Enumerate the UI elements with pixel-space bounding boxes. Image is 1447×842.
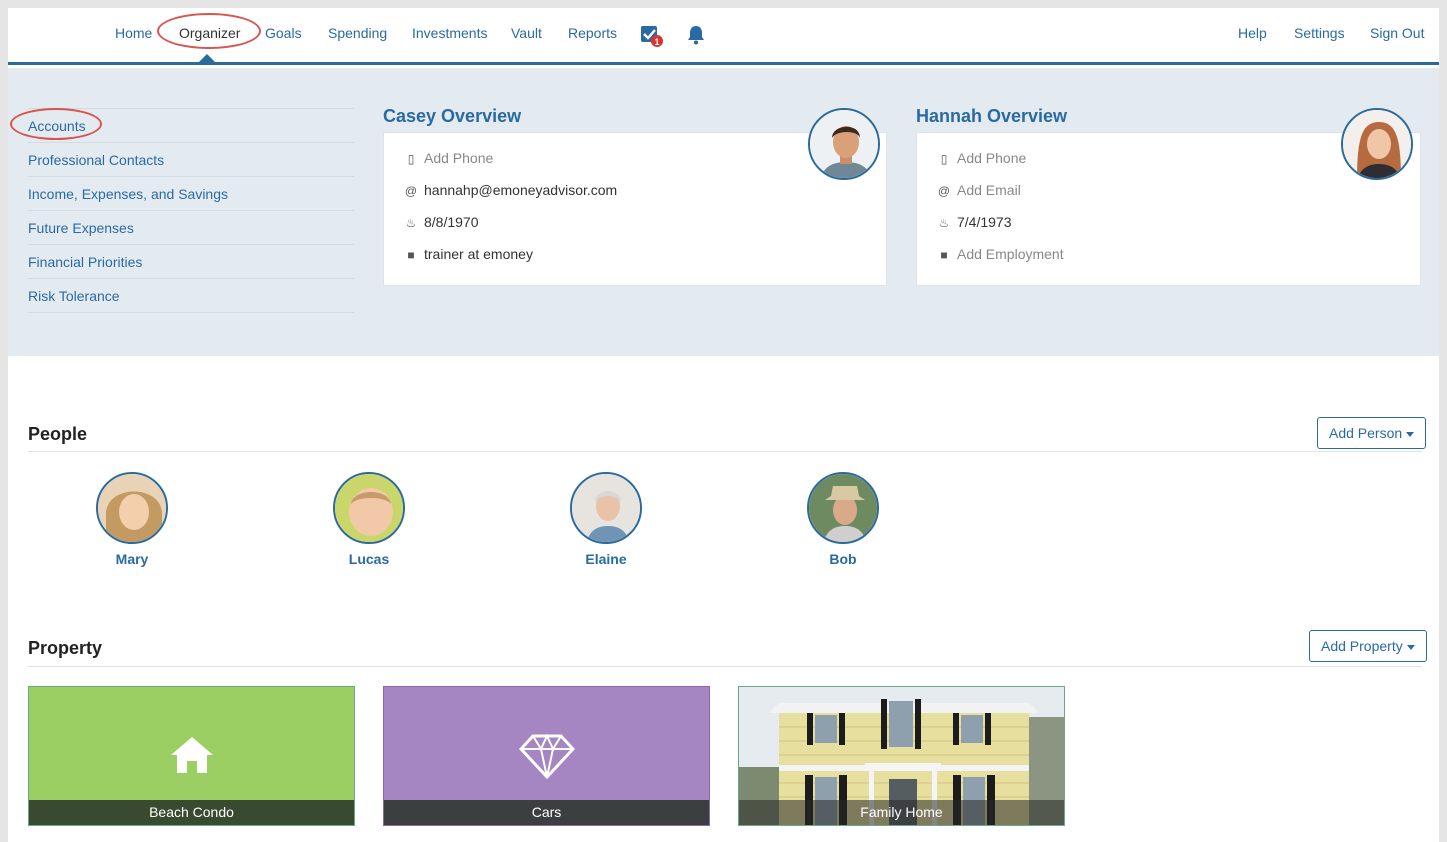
hannah-overview-title: Hannah Overview — [916, 106, 1068, 126]
nav-help[interactable]: Help — [1238, 25, 1267, 41]
app-window: Home Organizer Goals Spending Investment… — [8, 8, 1439, 842]
nav-investments[interactable]: Investments — [412, 25, 487, 41]
annotation-circle-organizer — [157, 13, 261, 49]
property-label: Beach Condo — [29, 800, 354, 825]
casey-employment: trainer at emoney — [424, 246, 533, 262]
person-name: Elaine — [585, 551, 627, 567]
annotation-circle-accounts — [10, 108, 102, 140]
person-lucas[interactable]: Lucas — [314, 472, 424, 567]
at-icon: @ — [404, 184, 418, 198]
person-photo — [333, 472, 405, 544]
property-beach-condo[interactable]: Beach Condo — [28, 686, 355, 826]
casey-avatar[interactable] — [808, 108, 880, 180]
caret-down-icon — [1406, 644, 1415, 650]
casey-birthday: 8/8/1970 — [424, 214, 479, 230]
people-divider — [28, 451, 1422, 452]
hannah-employment-row[interactable]: ■ Add Employment — [937, 246, 1064, 262]
hannah-email-row[interactable]: @ Add Email — [937, 182, 1021, 198]
hannah-email: Add Email — [957, 182, 1021, 198]
sidebar-item-professional-contacts[interactable]: Professional Contacts — [28, 142, 354, 176]
person-name: Bob — [829, 551, 857, 567]
add-property-button[interactable]: Add Property — [1309, 630, 1427, 662]
casey-phone: Add Phone — [424, 150, 494, 166]
people-section-title: People — [28, 424, 88, 444]
at-icon: @ — [937, 184, 951, 198]
nav-reports[interactable]: Reports — [568, 25, 617, 41]
property-section-title: Property — [28, 638, 103, 658]
birthday-cake-icon: ♨ — [405, 216, 417, 230]
nav-sign-out[interactable]: Sign Out — [1370, 25, 1424, 41]
person-photo — [807, 472, 879, 544]
sidebar-item-future-expenses[interactable]: Future Expenses — [28, 210, 354, 244]
bell-icon[interactable] — [686, 24, 708, 46]
hannah-avatar[interactable] — [1341, 108, 1413, 180]
caret-down-icon — [1406, 431, 1415, 437]
nav-home[interactable]: Home — [115, 25, 152, 41]
casey-birthday-row[interactable]: ♨ 8/8/1970 — [404, 214, 479, 230]
nav-goals[interactable]: Goals — [265, 25, 302, 41]
property-label: Cars — [384, 800, 709, 825]
hannah-phone-row[interactable]: ▯ Add Phone — [937, 150, 1027, 166]
nav-vault[interactable]: Vault — [511, 25, 542, 41]
tasks-checkbox-icon[interactable]: 1 — [640, 24, 663, 47]
casey-email: hannahp@emoneyadvisor.com — [424, 182, 618, 198]
sidebar-item-risk-tolerance[interactable]: Risk Tolerance — [28, 278, 354, 312]
phone-icon: ▯ — [407, 152, 415, 166]
property-cars[interactable]: Cars — [383, 686, 710, 826]
briefcase-icon: ■ — [407, 248, 415, 262]
phone-icon: ▯ — [940, 152, 948, 166]
hannah-birthday: 7/4/1973 — [957, 214, 1012, 230]
briefcase-icon: ■ — [940, 248, 948, 262]
casey-employment-row[interactable]: ■ trainer at emoney — [404, 246, 533, 262]
person-photo — [570, 472, 642, 544]
nav-spending[interactable]: Spending — [328, 25, 387, 41]
sidebar-divider — [28, 312, 354, 313]
hannah-birthday-row[interactable]: ♨ 7/4/1973 — [937, 214, 1012, 230]
sidebar-item-income-expenses-savings[interactable]: Income, Expenses, and Savings — [28, 176, 354, 210]
nav-settings[interactable]: Settings — [1294, 25, 1345, 41]
casey-phone-row[interactable]: ▯ Add Phone — [404, 150, 494, 166]
add-person-label: Add Person — [1329, 425, 1403, 441]
casey-overview-title: Casey Overview — [383, 106, 522, 126]
person-name: Lucas — [348, 551, 390, 567]
person-mary[interactable]: Mary — [77, 472, 187, 567]
diamond-icon — [519, 733, 575, 779]
home-icon — [171, 737, 213, 773]
top-navigation: Home Organizer Goals Spending Investment… — [8, 8, 1439, 65]
hannah-phone: Add Phone — [957, 150, 1027, 166]
sidebar-item-financial-priorities[interactable]: Financial Priorities — [28, 244, 354, 278]
person-name: Mary — [115, 551, 149, 567]
person-elaine[interactable]: Elaine — [551, 472, 661, 567]
property-label: Family Home — [739, 800, 1064, 825]
active-tab-pointer — [199, 54, 215, 62]
add-person-button[interactable]: Add Person — [1317, 417, 1427, 449]
hannah-employment: Add Employment — [957, 246, 1064, 262]
birthday-cake-icon: ♨ — [938, 216, 950, 230]
property-divider — [28, 666, 1422, 667]
property-family-home[interactable]: Family Home — [738, 686, 1065, 826]
tasks-badge: 1 — [654, 37, 659, 47]
person-bob[interactable]: Bob — [788, 472, 898, 567]
person-photo — [96, 472, 168, 544]
casey-email-row[interactable]: @ hannahp@emoneyadvisor.com — [404, 182, 617, 198]
add-property-label: Add Property — [1321, 638, 1403, 654]
